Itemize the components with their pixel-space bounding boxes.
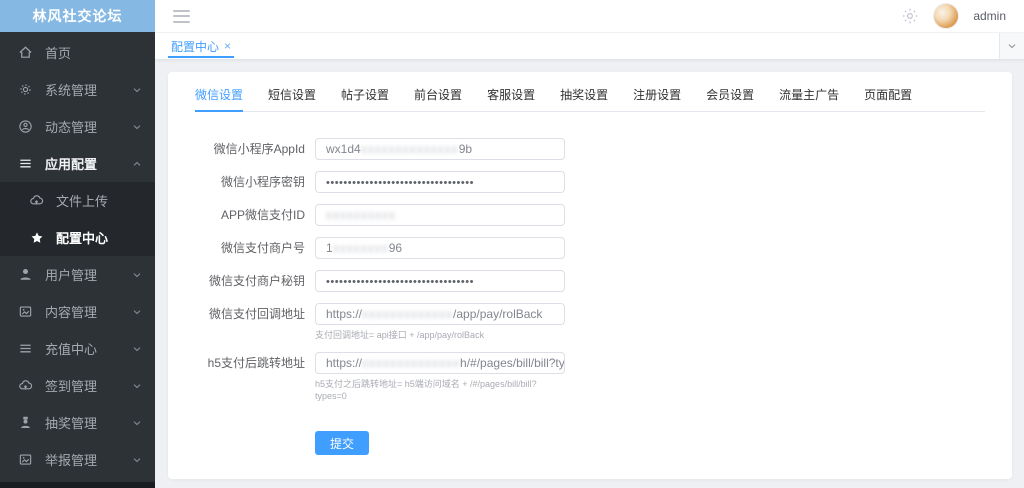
form-row: h5支付后跳转地址 https://xxxxxxxxxxxxxxh/#/page… xyxy=(195,352,985,402)
sidebar-item-label: 充值中心 xyxy=(45,342,98,357)
form-row: 微信支付回调地址 https://xxxxxxxxxxxxx/app/pay/r… xyxy=(195,303,985,341)
chevron-down-icon xyxy=(131,454,143,466)
cloud-upload-icon xyxy=(29,193,44,208)
sidebar-item-label: 系统管理 xyxy=(45,83,98,98)
h5-redirect-url-input[interactable]: https://xxxxxxxxxxxxxxh/#/pages/bill/bil… xyxy=(315,352,565,374)
page-tab-label: 配置中心 xyxy=(171,39,220,54)
chevron-down-icon xyxy=(131,417,143,429)
collapse-sidebar-button[interactable] xyxy=(173,9,190,23)
sidebar-item-home[interactable]: 首页 xyxy=(0,34,155,71)
app-pay-id-input[interactable]: xxxxxxxxxx xyxy=(315,204,565,226)
sidebar-item-label: 举报管理 xyxy=(45,453,98,468)
sidebar-item-file-upload[interactable]: 文件上传 xyxy=(0,182,155,219)
chevron-down-icon xyxy=(131,380,143,392)
chevron-down-icon xyxy=(131,343,143,355)
username[interactable]: admin xyxy=(973,9,1006,23)
field-helper-text: h5支付之后跳转地址= h5端访问域名 + /#/pages/bill/bill… xyxy=(315,379,537,401)
tab-post-settings[interactable]: 帖子设置 xyxy=(341,88,389,111)
appid-input[interactable]: wx1d4xxxxxxxxxxxxxx9b xyxy=(315,138,565,160)
sidebar-bottom-strip xyxy=(0,482,155,488)
app-title: 林风社交论坛 xyxy=(0,0,155,32)
avatar[interactable] xyxy=(933,3,960,29)
tab-lottery-settings[interactable]: 抽奖设置 xyxy=(560,88,608,111)
tab-sms-settings[interactable]: 短信设置 xyxy=(268,88,316,111)
star-icon xyxy=(29,230,44,245)
merchant-id-input[interactable]: 1xxxxxxxx96 xyxy=(315,237,565,259)
chevron-down-icon xyxy=(131,269,143,281)
sidebar-item-label: 动态管理 xyxy=(45,120,98,135)
chevron-down-icon xyxy=(131,84,143,96)
sidebar-item-users[interactable]: 用户管理 xyxy=(0,256,155,293)
tab-service-settings[interactable]: 客服设置 xyxy=(487,88,535,111)
field-label: 微信小程序AppId xyxy=(213,142,305,156)
sidebar-item-label: 签到管理 xyxy=(45,379,98,394)
form-row: 微信小程序AppId wx1d4xxxxxxxxxxxxxx9b xyxy=(195,138,985,160)
sidebar-item-label: 抽奖管理 xyxy=(45,416,98,431)
page-tabbar: 配置中心 × xyxy=(155,33,1024,60)
gear-icon xyxy=(18,82,33,97)
field-label: h5支付后跳转地址 xyxy=(207,356,305,370)
sidebar-item-app-config[interactable]: 应用配置 xyxy=(0,145,155,182)
sidebar-item-recharge[interactable]: 充值中心 xyxy=(0,330,155,367)
sidebar-item-label: 配置中心 xyxy=(56,231,109,246)
sidebar-item-signin[interactable]: 签到管理 xyxy=(0,367,155,404)
field-label: 微信支付回调地址 xyxy=(208,307,305,321)
close-icon[interactable]: × xyxy=(224,39,231,53)
tab-list-dropdown[interactable] xyxy=(999,33,1024,59)
app-secret-input[interactable]: •••••••••••••••••••••••••••••••••• xyxy=(315,171,565,193)
sidebar-item-lottery[interactable]: 抽奖管理 xyxy=(0,404,155,441)
tab-member-settings[interactable]: 会员设置 xyxy=(706,88,754,111)
sidebar-item-label: 应用配置 xyxy=(45,157,98,172)
sidebar-item-content[interactable]: 内容管理 xyxy=(0,293,155,330)
sidebar: 林风社交论坛 首页 系统管理 动态管理 应用配置 文件上传 配置中心 用户管理 … xyxy=(0,0,155,488)
pay-callback-url-input[interactable]: https://xxxxxxxxxxxxx/app/pay/rolBack xyxy=(315,303,565,325)
field-label: 微信支付商户秘钥 xyxy=(208,274,305,288)
field-label: 微信支付商户号 xyxy=(220,241,305,255)
field-label: APP微信支付ID xyxy=(220,208,305,222)
image-icon xyxy=(18,452,33,467)
chevron-up-icon xyxy=(131,158,143,170)
top-header: admin xyxy=(155,0,1024,33)
settings-card: 微信设置 短信设置 帖子设置 前台设置 客服设置 抽奖设置 注册设置 会员设置 … xyxy=(168,72,1012,479)
image-icon xyxy=(18,304,33,319)
field-label: 微信小程序密钥 xyxy=(220,175,305,189)
sidebar-item-label: 文件上传 xyxy=(56,194,109,209)
home-icon xyxy=(18,45,33,60)
sidebar-item-label: 首页 xyxy=(45,46,72,61)
tab-ad-settings[interactable]: 流量主广告 xyxy=(779,88,839,111)
sidebar-item-label: 用户管理 xyxy=(45,268,98,283)
tab-register-settings[interactable]: 注册设置 xyxy=(633,88,681,111)
chevron-down-icon xyxy=(1008,44,1016,49)
tab-frontend-settings[interactable]: 前台设置 xyxy=(414,88,462,111)
settings-gear-icon[interactable] xyxy=(901,7,919,25)
main-content: 微信设置 短信设置 帖子设置 前台设置 客服设置 抽奖设置 注册设置 会员设置 … xyxy=(155,60,1024,488)
field-helper-text: 支付回调地址= api接口 + /app/pay/rolBack xyxy=(315,330,485,340)
sidebar-item-system[interactable]: 系统管理 xyxy=(0,71,155,108)
chevron-down-icon xyxy=(131,121,143,133)
sidebar-item-activity[interactable]: 动态管理 xyxy=(0,108,155,145)
user-icon xyxy=(18,267,33,282)
person-badge-icon xyxy=(18,415,33,430)
sidebar-item-config-center[interactable]: 配置中心 xyxy=(0,219,155,256)
form-row: 微信小程序密钥 ••••••••••••••••••••••••••••••••… xyxy=(195,171,985,193)
form-row: APP微信支付ID xxxxxxxxxx xyxy=(195,204,985,226)
tab-page-settings[interactable]: 页面配置 xyxy=(864,88,912,111)
app-config-submenu: 文件上传 配置中心 xyxy=(0,182,155,256)
form-row: 微信支付商户号 1xxxxxxxx96 xyxy=(195,237,985,259)
user-circle-icon xyxy=(18,119,33,134)
chevron-down-icon xyxy=(131,306,143,318)
cloud-upload-icon xyxy=(18,378,33,393)
tab-wechat-settings[interactable]: 微信设置 xyxy=(195,88,244,112)
sidebar-item-label: 内容管理 xyxy=(45,305,98,320)
list-icon xyxy=(18,341,33,356)
wechat-settings-form: 微信小程序AppId wx1d4xxxxxxxxxxxxxx9b 微信小程序密钥… xyxy=(195,138,985,455)
page-tab-config-center[interactable]: 配置中心 × xyxy=(168,33,235,59)
menu-icon xyxy=(18,156,33,171)
form-row: 微信支付商户秘钥 •••••••••••••••••••••••••••••••… xyxy=(195,270,985,292)
merchant-secret-input[interactable]: •••••••••••••••••••••••••••••••••• xyxy=(315,270,565,292)
submit-button[interactable]: 提交 xyxy=(315,431,370,455)
sidebar-item-report[interactable]: 举报管理 xyxy=(0,441,155,478)
sidebar-nav: 首页 系统管理 动态管理 应用配置 文件上传 配置中心 用户管理 内容管理 充值… xyxy=(0,32,155,478)
settings-tabs: 微信设置 短信设置 帖子设置 前台设置 客服设置 抽奖设置 注册设置 会员设置 … xyxy=(195,88,985,112)
